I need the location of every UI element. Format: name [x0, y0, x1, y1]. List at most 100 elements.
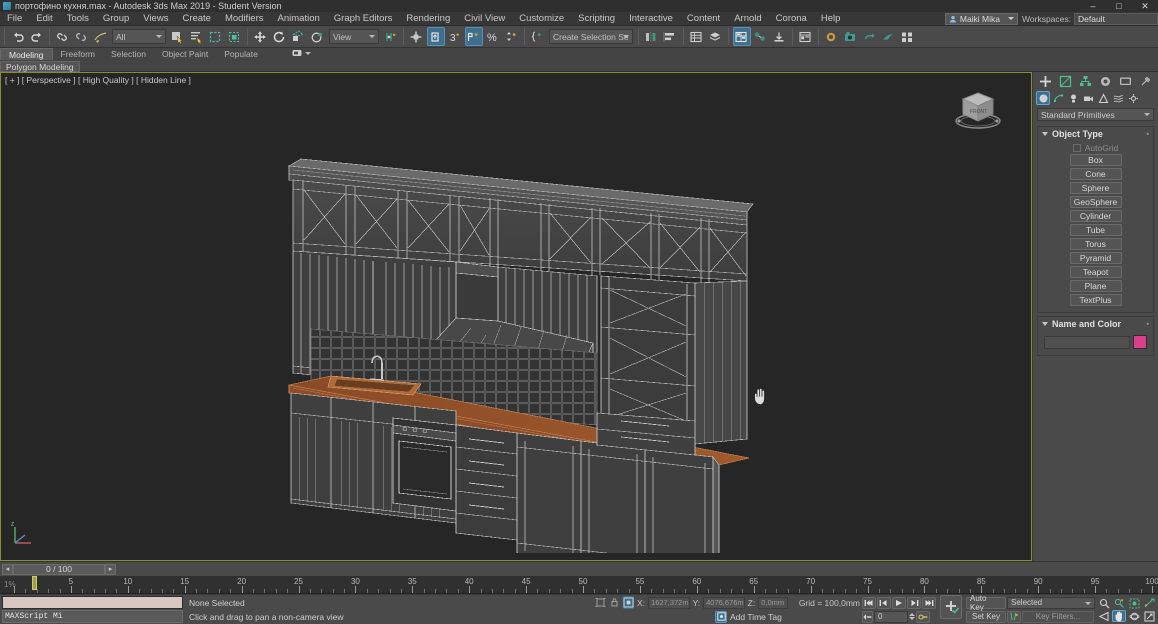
tab-display[interactable] — [1117, 73, 1134, 89]
ribbon-subtab-polygon-modeling[interactable]: Polygon Modeling — [0, 61, 80, 72]
ribbon-tab-selection[interactable]: Selection — [103, 48, 154, 60]
project-folder-icon[interactable] — [899, 27, 917, 46]
track-bar-key-marker[interactable] — [32, 576, 37, 590]
menu-item-edit[interactable]: Edit — [29, 12, 59, 26]
menu-item-arnold[interactable]: Arnold — [727, 12, 768, 26]
key-filters-button[interactable]: Key Filters... — [1022, 610, 1094, 623]
percent-icon[interactable]: % — [484, 27, 502, 46]
y-coordinate-field[interactable]: 4076,676m — [703, 596, 745, 609]
x-coordinate-field[interactable]: 1627,372m — [648, 596, 690, 609]
menu-item-rendering[interactable]: Rendering — [399, 12, 457, 26]
unlink-selection-icon[interactable] — [73, 27, 91, 46]
object-type-button-cone[interactable]: Cone — [1069, 168, 1122, 180]
use-pivot-point-center-icon[interactable] — [382, 27, 400, 46]
orbit-icon[interactable] — [1127, 610, 1141, 622]
auto-key-button[interactable]: Auto Key — [966, 594, 1006, 612]
tab-utilities[interactable] — [1137, 73, 1154, 89]
set-key-filters-icon[interactable] — [1007, 610, 1021, 623]
menu-item-civil-view[interactable]: Civil View — [457, 12, 512, 26]
snaps-toggle-icon[interactable] — [408, 27, 426, 46]
object-type-button-geosphere[interactable]: GeoSphere — [1069, 196, 1122, 208]
object-type-button-plane[interactable]: Plane — [1069, 280, 1122, 292]
category-geometry[interactable] — [1036, 91, 1050, 105]
object-name-input[interactable] — [1044, 335, 1130, 349]
track-bar[interactable]: 1% 5 10 15 20 25 30 35 40 45 50 55 60 65 70 75 80 85 90 95… — [0, 576, 1158, 594]
pan-view-icon[interactable] — [1112, 610, 1126, 622]
absolute-relative-toggle-icon[interactable] — [609, 596, 620, 609]
category-helpers[interactable] — [1096, 91, 1110, 105]
maxscript-listener-output[interactable] — [2, 596, 183, 609]
maxscript-mini-listener[interactable]: MAXScript Mi — [2, 610, 183, 623]
compact-material-editor-icon[interactable] — [771, 27, 789, 46]
prev-frame-arrow[interactable]: ◂ — [2, 563, 13, 575]
menu-item-animation[interactable]: Animation — [271, 12, 327, 26]
spinner-snap-toggle-icon[interactable] — [464, 27, 483, 46]
zoom-extents-icon[interactable] — [1127, 597, 1141, 609]
goto-end-button[interactable] — [922, 596, 936, 609]
play-animation-button[interactable] — [892, 596, 906, 609]
tab-hierarchy[interactable] — [1077, 73, 1094, 89]
selection-lock-icon[interactable] — [595, 596, 606, 609]
object-type-button-textplus[interactable]: TextPlus — [1069, 294, 1122, 306]
current-frame-input[interactable]: 0 — [874, 610, 908, 623]
curve-editor-icon[interactable] — [732, 27, 751, 46]
object-type-button-torus[interactable]: Torus — [1069, 238, 1122, 250]
select-object-icon[interactable] — [169, 27, 187, 46]
ribbon-minimize-group[interactable] — [292, 49, 311, 57]
menu-item-help[interactable]: Help — [814, 12, 848, 26]
layer-explorer-icon[interactable] — [688, 27, 706, 46]
select-by-name-icon[interactable] — [188, 27, 206, 46]
menu-item-views[interactable]: Views — [136, 12, 175, 26]
add-time-tag-row[interactable]: Add Time Tag — [595, 610, 860, 624]
close-button[interactable]: ✕ — [1132, 0, 1158, 12]
reference-coordinate-system-combo[interactable]: View — [329, 29, 379, 44]
spinner-snap-percent-icon[interactable] — [503, 27, 521, 46]
select-and-place-icon[interactable] — [309, 27, 327, 46]
perspective-viewport[interactable]: [ + ] [ Perspective ] [ High Quality ] [… — [1, 73, 1031, 560]
previous-frame-button[interactable] — [877, 596, 891, 609]
category-systems[interactable] — [1126, 91, 1140, 105]
menu-item-scripting[interactable]: Scripting — [571, 12, 622, 26]
menu-item-graph-editors[interactable]: Graph Editors — [327, 12, 400, 26]
align-icon[interactable] — [662, 27, 680, 46]
key-mode-filter-combo[interactable]: Selected — [1007, 596, 1095, 609]
ribbon-tab-object-paint[interactable]: Object Paint — [154, 48, 216, 60]
object-type-button-box[interactable]: Box — [1069, 154, 1122, 166]
category-space-warps[interactable] — [1111, 91, 1125, 105]
menu-item-create[interactable]: Create — [175, 12, 218, 26]
redo-icon[interactable] — [28, 27, 46, 46]
autogrid-checkbox[interactable] — [1072, 144, 1081, 152]
menu-item-group[interactable]: Group — [96, 12, 136, 26]
menu-item-tools[interactable]: Tools — [60, 12, 96, 26]
ribbon-tab-populate[interactable]: Populate — [216, 48, 266, 60]
autogrid-row[interactable]: AutoGrid — [1043, 142, 1148, 154]
pin-icon[interactable]: ▪ — [1147, 321, 1149, 328]
select-and-scale-icon[interactable] — [290, 27, 308, 46]
render-production-icon[interactable] — [842, 27, 860, 46]
select-and-move-icon[interactable] — [252, 27, 270, 46]
angle-snap-toggle-icon[interactable] — [426, 27, 445, 46]
next-frame-arrow[interactable]: ▸ — [105, 563, 116, 575]
render-frame-window-icon[interactable] — [823, 27, 841, 46]
zoom-icon[interactable] — [1097, 597, 1111, 609]
object-color-swatch[interactable] — [1133, 335, 1147, 349]
tab-modify[interactable] — [1057, 73, 1074, 89]
rectangular-selection-region-icon[interactable] — [207, 27, 225, 46]
named-selection-sets-icon[interactable] — [529, 27, 547, 46]
bind-to-space-warp-icon[interactable] — [92, 27, 110, 46]
named-selection-combo[interactable]: Create Selection Se — [549, 29, 633, 44]
percent-snap-toggle-icon[interactable]: 3 — [446, 27, 464, 46]
tab-create[interactable] — [1037, 73, 1054, 89]
menu-item-content[interactable]: Content — [680, 12, 727, 26]
object-type-header[interactable]: Object Type ▪ — [1038, 127, 1153, 140]
zoom-all-icon[interactable] — [1112, 597, 1126, 609]
current-frame-display[interactable]: 0 / 100 — [13, 563, 105, 575]
maximize-button[interactable]: □ — [1106, 0, 1132, 12]
mirror-icon[interactable] — [643, 27, 661, 46]
key-mode-icon-button[interactable] — [916, 610, 930, 623]
next-frame-button[interactable] — [907, 596, 921, 609]
account-menu[interactable]: Maiki Mika — [944, 12, 1019, 25]
menu-item-modifiers[interactable]: Modifiers — [218, 12, 271, 26]
object-type-button-sphere[interactable]: Sphere — [1069, 182, 1122, 194]
primitive-category-combo[interactable]: Standard Primitives — [1037, 108, 1154, 121]
